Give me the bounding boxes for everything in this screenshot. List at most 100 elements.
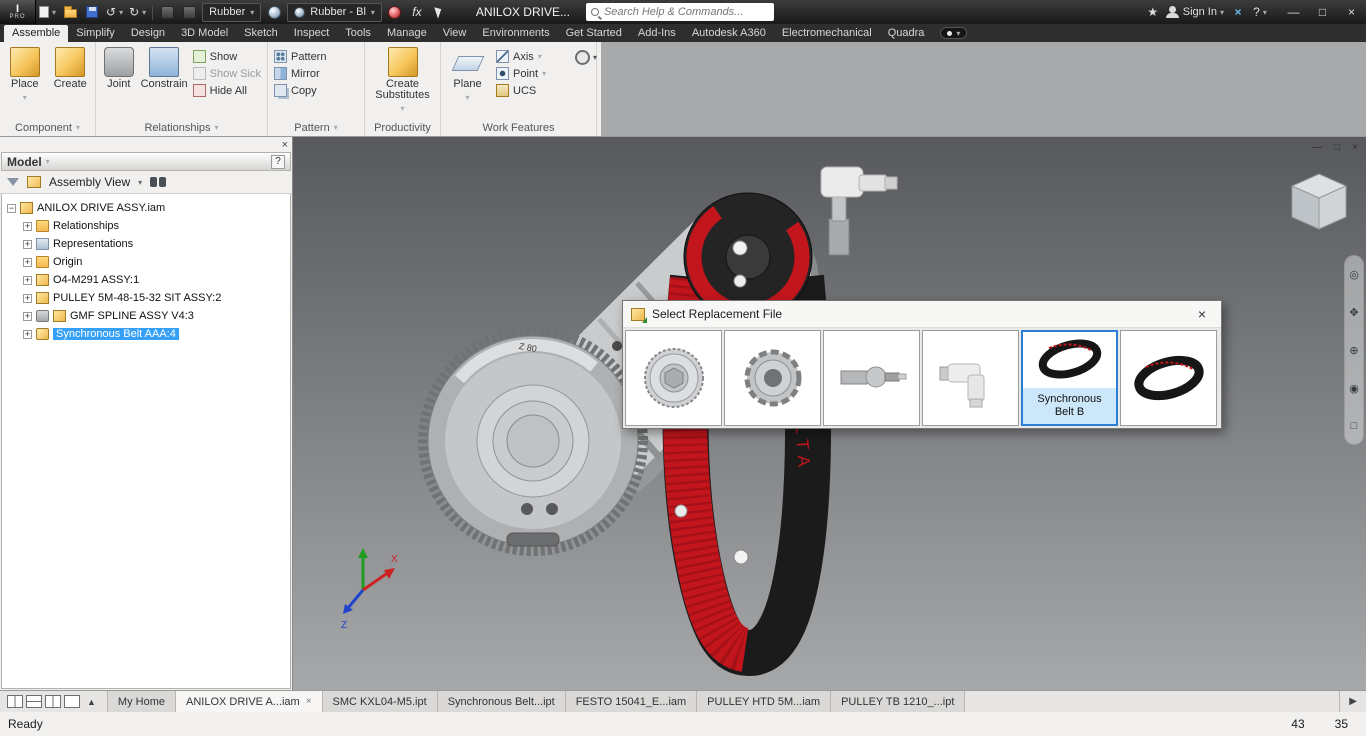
tab-add-ins[interactable]: Add-Ins — [630, 25, 684, 42]
material-dropdown[interactable]: Rubber - Bl ▾ — [287, 2, 382, 22]
doc-tab-anilox-drive[interactable]: ANILOX DRIVE A...iam × — [175, 691, 323, 712]
pattern-button[interactable]: Pattern — [271, 49, 329, 64]
tab-design[interactable]: Design — [123, 25, 173, 42]
expander-icon[interactable]: + — [23, 329, 32, 339]
appearance-dropdown[interactable]: Rubber ▾ — [202, 2, 262, 22]
tree-item-relationships[interactable]: + Relationships — [23, 217, 290, 235]
tab-environments[interactable]: Environments — [474, 25, 557, 42]
tree-item-gmf-spline[interactable]: + GMF SPLINE ASSY V4:3 — [23, 307, 290, 325]
doc-tab-pulley-htd[interactable]: PULLEY HTD 5M...iam — [697, 691, 832, 712]
redo-button[interactable]: ↻ ▾ — [126, 2, 149, 22]
layout-horizontal-icon[interactable] — [26, 695, 42, 708]
tab-electromechanical[interactable]: Electromechanical — [774, 25, 880, 42]
tab-get-started[interactable]: Get Started — [558, 25, 630, 42]
expander-icon[interactable]: + — [23, 293, 32, 303]
expander-icon[interactable]: + — [23, 275, 32, 285]
browser-help-button[interactable]: ? — [271, 154, 285, 169]
expander-icon[interactable]: + — [23, 239, 32, 249]
layout-single-icon[interactable] — [64, 695, 80, 708]
parameters-button[interactable]: fx — [406, 2, 428, 22]
tab-manage[interactable]: Manage — [379, 25, 435, 42]
expander-icon[interactable]: + — [23, 311, 32, 321]
browser-header[interactable]: Model ▾ ? — [1, 152, 291, 171]
tree-item-origin[interactable]: + Origin — [23, 253, 290, 271]
browser-close-button[interactable]: × — [282, 139, 288, 151]
tab-quadra[interactable]: Quadra — [880, 25, 933, 42]
a360-button[interactable]: × — [1227, 2, 1249, 22]
panel-pattern-footer[interactable]: Pattern ▾ — [268, 119, 364, 136]
maximize-button[interactable]: □ — [1308, 0, 1337, 24]
sign-in-button[interactable]: Sign In ▾ — [1164, 2, 1227, 22]
express-mode-button[interactable]: ▾ — [575, 50, 597, 65]
panel-relationships-footer[interactable]: Relationships ▾ — [96, 119, 267, 136]
filter-icon[interactable] — [7, 178, 19, 186]
favorites-button[interactable]: ★ — [1142, 2, 1164, 22]
minimize-button[interactable]: — — [1279, 0, 1308, 24]
panel-component-footer[interactable]: Component ▾ — [0, 119, 95, 136]
point-button[interactable]: Point ▾ — [493, 66, 549, 81]
expand-panel-icon[interactable]: ▲ — [83, 697, 100, 707]
select-tool-button[interactable] — [178, 2, 200, 22]
tree-item-representations[interactable]: + Representations — [23, 235, 290, 253]
tab-3d-model[interactable]: 3D Model — [173, 25, 236, 42]
plane-button[interactable]: Plane ▾ — [444, 45, 491, 105]
doc-restore-button[interactable]: □ — [1334, 142, 1340, 153]
look-at-icon[interactable]: □ — [1351, 420, 1358, 432]
navigation-wheel-icon[interactable]: ◎ — [1349, 268, 1359, 281]
navigation-bar[interactable]: ◎ ✥ ⊕ ◉ □ — [1344, 255, 1364, 445]
doc-tab-synchronous-belt[interactable]: Synchronous Belt...ipt — [437, 691, 566, 712]
tab-close-icon[interactable]: × — [306, 696, 312, 707]
expander-icon[interactable]: + — [23, 257, 32, 267]
mirror-button[interactable]: Mirror — [271, 66, 329, 81]
candidate-shaft[interactable] — [823, 330, 920, 426]
candidate-pulley[interactable] — [625, 330, 722, 426]
orbit-icon[interactable]: ◉ — [1349, 382, 1359, 395]
candidate-belt[interactable] — [1120, 330, 1217, 426]
help-search-box[interactable] — [585, 3, 774, 21]
pan-icon[interactable]: ✥ — [1349, 306, 1358, 319]
save-button[interactable] — [81, 2, 103, 22]
help-button[interactable]: ? ▾ — [1249, 2, 1271, 22]
measure-button[interactable] — [428, 2, 450, 22]
layout-grid-icon[interactable] — [7, 695, 23, 708]
doc-minimize-button[interactable]: — — [1312, 142, 1322, 153]
axis-button[interactable]: Axis ▾ — [493, 49, 549, 64]
tab-inspect[interactable]: Inspect — [286, 25, 337, 42]
doc-close-button[interactable]: × — [1352, 142, 1358, 153]
tab-simplify[interactable]: Simplify — [68, 25, 123, 42]
search-binoculars-icon[interactable] — [150, 177, 167, 187]
view-cube[interactable] — [1286, 169, 1352, 235]
panel-work-features-footer[interactable]: Work Features — [441, 119, 596, 136]
appearance-adjust-button[interactable] — [263, 2, 285, 22]
copy-button[interactable]: Copy — [271, 83, 329, 98]
dialog-close-button[interactable]: × — [1191, 306, 1213, 322]
doc-tab-festo[interactable]: FESTO 15041_E...iam — [565, 691, 698, 712]
new-file-button[interactable]: ▾ — [36, 2, 59, 22]
create-button[interactable]: Create — [49, 45, 93, 92]
adjust-material-button[interactable] — [384, 2, 406, 22]
panel-productivity-footer[interactable]: Productivity — [365, 119, 440, 136]
doc-tab-smc-kxl04[interactable]: SMC KXL04-M5.ipt — [322, 691, 438, 712]
constrain-button[interactable]: Constrain — [141, 45, 188, 92]
assembly-view-dropdown[interactable]: Assembly View — [49, 175, 130, 189]
hide-all-button[interactable]: Hide All — [190, 83, 264, 98]
layout-vertical-icon[interactable] — [45, 695, 61, 708]
expander-icon[interactable]: + — [23, 221, 32, 231]
place-button[interactable]: Place ▾ — [3, 45, 47, 105]
tree-item-root[interactable]: − ANILOX DRIVE ASSY.iam — [7, 199, 290, 217]
tab-sketch[interactable]: Sketch — [236, 25, 286, 42]
ribbon-display-options-button[interactable]: ▾ — [940, 27, 968, 39]
candidate-fitting[interactable] — [922, 330, 1019, 426]
zoom-icon[interactable]: ⊕ — [1349, 344, 1358, 357]
dialog-title-bar[interactable]: Select Replacement File × — [623, 301, 1221, 328]
tab-assemble[interactable]: Assemble — [4, 25, 69, 42]
tree-item-pulley[interactable]: + PULLEY 5M-48-15-32 SIT ASSY:2 — [23, 289, 290, 307]
show-button[interactable]: Show — [190, 49, 264, 64]
inventor-logo[interactable]: I PRO — [0, 0, 36, 24]
doc-tab-my-home[interactable]: My Home — [107, 691, 176, 712]
undo-button[interactable]: ↺ ▾ — [103, 2, 126, 22]
candidate-coupler[interactable] — [724, 330, 821, 426]
show-sick-button[interactable]: Show Sick — [190, 66, 264, 81]
open-button[interactable] — [59, 2, 81, 22]
close-button[interactable]: × — [1337, 0, 1366, 24]
